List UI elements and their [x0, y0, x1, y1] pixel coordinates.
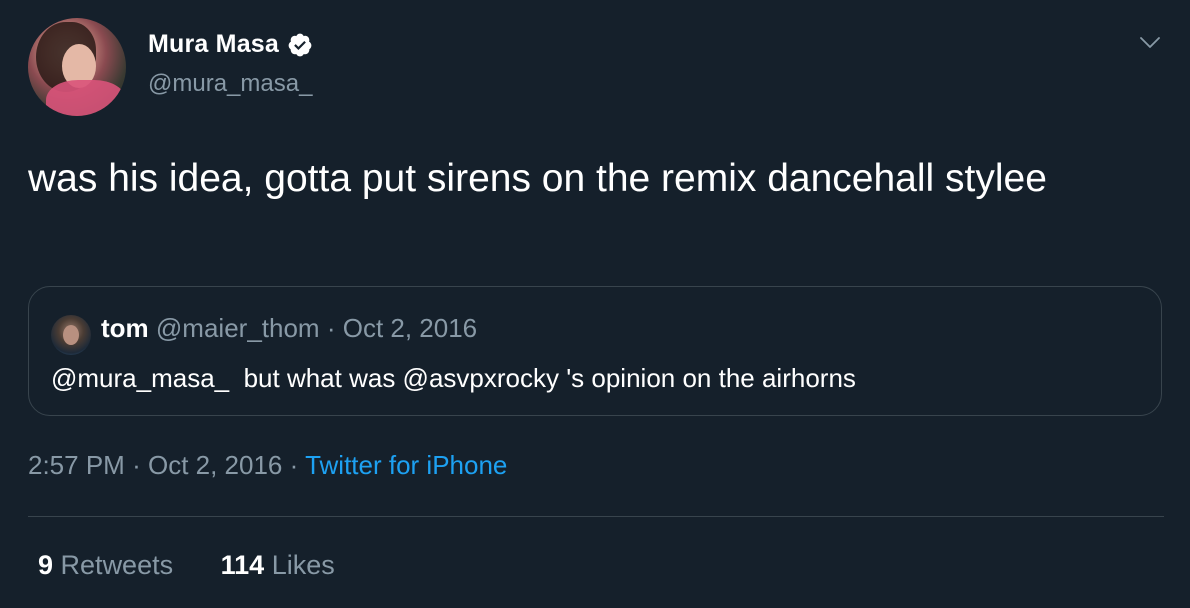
stats-divider	[28, 516, 1164, 517]
quoted-tweet[interactable]: tom @maier_thom · Oct 2, 2016 @mura_masa…	[28, 286, 1162, 416]
author-name-row: Mura Masa	[148, 30, 313, 59]
tweet-meta: 2:57 PM · Oct 2, 2016 · Twitter for iPho…	[28, 450, 507, 481]
tweet-time[interactable]: 2:57 PM	[28, 450, 125, 480]
chevron-down-icon[interactable]	[1138, 30, 1162, 54]
retweets-count: 9	[38, 550, 54, 580]
likes-label: Likes	[271, 550, 335, 580]
retweets-label: Retweets	[60, 550, 174, 580]
quoted-tweet-header: tom @maier_thom · Oct 2, 2016	[101, 313, 477, 344]
verified-badge-icon	[288, 33, 312, 56]
avatar-shirt	[46, 80, 126, 116]
tweet-stats: 9 Retweets 114 Likes	[38, 550, 335, 581]
quoted-author-avatar[interactable]	[51, 315, 91, 355]
meta-separator: ·	[289, 450, 299, 480]
quoted-author-name[interactable]: tom	[101, 313, 149, 343]
author-handle[interactable]: @mura_masa_	[148, 70, 312, 98]
quoted-separator: ·	[326, 313, 336, 343]
retweets-stat[interactable]: 9 Retweets	[38, 550, 173, 581]
quoted-date: Oct 2, 2016	[342, 313, 478, 343]
quoted-author-handle[interactable]: @maier_thom	[156, 313, 320, 343]
tweet-card: Mura Masa @mura_masa_ was his idea, gott…	[0, 0, 1190, 608]
tweet-text: was his idea, gotta put sirens on the re…	[28, 157, 1047, 200]
author-avatar[interactable]	[28, 18, 126, 116]
author-display-name[interactable]: Mura Masa	[148, 30, 279, 59]
tweet-source-link[interactable]: Twitter for iPhone	[305, 450, 507, 480]
quoted-avatar-face	[63, 325, 79, 345]
likes-stat[interactable]: 114 Likes	[221, 550, 335, 581]
likes-count: 114	[220, 550, 265, 580]
meta-separator: ·	[132, 450, 141, 480]
quoted-tweet-text: @mura_masa_ but what was @asvpxrocky 's …	[51, 363, 856, 393]
tweet-date[interactable]: Oct 2, 2016	[148, 450, 282, 480]
